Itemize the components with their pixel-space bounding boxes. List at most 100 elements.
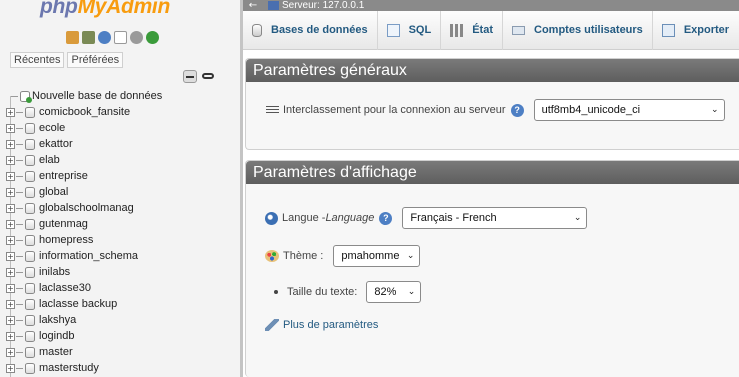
chevron-down-icon: ⌄: [406, 251, 415, 261]
database-item[interactable]: + information_schema: [6, 248, 240, 264]
database-item[interactable]: + inilabs: [6, 264, 240, 280]
expand-icon[interactable]: +: [6, 219, 15, 229]
expand-icon[interactable]: +: [6, 315, 15, 325]
database-icon: [25, 218, 35, 230]
main-menu: Bases de données SQL État Comptes utilis…: [243, 10, 739, 50]
expand-icon[interactable]: +: [6, 155, 15, 165]
expand-icon[interactable]: +: [6, 107, 15, 117]
tree-branch: [11, 95, 18, 97]
database-item[interactable]: + lakshya: [6, 312, 240, 328]
database-icon: [25, 170, 35, 182]
docs-icon[interactable]: [114, 31, 127, 44]
more-settings-link[interactable]: Plus de paramètres: [283, 319, 378, 331]
phpmyadmin-logo[interactable]: phpMyAdmin: [40, 0, 170, 19]
display-settings-title: Paramètres d'affichage: [246, 161, 739, 184]
expand-icon[interactable]: +: [6, 123, 15, 133]
new-database-label: Nouvelle base de données: [32, 90, 163, 102]
more-settings-row: Plus de paramètres: [265, 319, 378, 331]
bullet-icon: [274, 290, 278, 294]
database-name: ecole: [39, 122, 66, 134]
menu-databases[interactable]: Bases de données: [243, 10, 378, 50]
recent-favorites-tabs: Récentes Préférées: [10, 52, 124, 68]
database-icon: [25, 138, 35, 150]
collation-row: Interclassement pour la connexion au ser…: [266, 99, 725, 121]
text-size-label: Taille du texte:: [287, 286, 358, 298]
tree-branch: [16, 111, 23, 113]
database-name: comicbook_fansite: [39, 106, 131, 118]
database-name: elab: [39, 154, 60, 166]
reload-icon[interactable]: [146, 31, 159, 44]
collation-select[interactable]: utf8mb4_unicode_ci ⌄: [533, 99, 725, 121]
help-icon[interactable]: [98, 31, 111, 44]
expand-icon[interactable]: +: [6, 331, 15, 341]
database-item[interactable]: + globalschoolmanag: [6, 200, 240, 216]
new-database-item[interactable]: Nouvelle base de données: [6, 88, 240, 104]
database-name: ekattor: [39, 138, 73, 150]
database-icon: [25, 250, 35, 262]
home-icon[interactable]: [66, 31, 79, 44]
expand-icon[interactable]: +: [6, 267, 15, 277]
database-item[interactable]: + logindb: [6, 328, 240, 344]
menu-sql[interactable]: SQL: [378, 10, 442, 50]
tab-recent[interactable]: Récentes: [10, 52, 65, 68]
theme-select[interactable]: pmahomme ⌄: [333, 245, 421, 267]
tree-branch: [16, 223, 23, 225]
database-icon: [25, 122, 35, 134]
database-icon: [25, 362, 35, 374]
expand-icon[interactable]: +: [6, 203, 15, 213]
database-item[interactable]: + ecole: [6, 120, 240, 136]
database-name: laclasse backup: [39, 298, 118, 310]
expand-icon[interactable]: +: [6, 363, 15, 373]
database-name: masterstudy: [39, 362, 99, 374]
panel-resizer[interactable]: [240, 0, 243, 377]
new-database-icon: [20, 90, 32, 103]
navigation-panel: phpMyAdmin Récentes Préférées Nouvelle b…: [0, 0, 240, 377]
expand-icon[interactable]: +: [6, 283, 15, 293]
tree-branch: [16, 127, 23, 129]
expand-icon[interactable]: +: [6, 139, 15, 149]
expand-icon[interactable]: +: [6, 187, 15, 197]
database-item[interactable]: + ekattor: [6, 136, 240, 152]
link-icon[interactable]: [201, 70, 215, 83]
general-settings-title: Paramètres généraux: [246, 59, 739, 82]
tree-branch: [16, 335, 23, 337]
collapse-all-icon[interactable]: [183, 70, 197, 83]
database-item[interactable]: + homepress: [6, 232, 240, 248]
expand-icon[interactable]: +: [6, 299, 15, 309]
database-item[interactable]: + gutenmag: [6, 216, 240, 232]
text-size-select[interactable]: 82% ⌄: [366, 281, 422, 303]
server-breadcrumb-bar: ← Serveur: 127.0.0.1: [243, 0, 739, 11]
menu-user-accounts[interactable]: Comptes utilisateurs: [503, 10, 653, 50]
database-item[interactable]: + master: [6, 344, 240, 360]
server-label[interactable]: Serveur: 127.0.0.1: [282, 0, 364, 11]
menu-export[interactable]: Exporter: [653, 11, 738, 50]
database-name: inilabs: [39, 266, 71, 278]
database-item[interactable]: + laclasse backup: [6, 296, 240, 312]
database-item[interactable]: + global: [6, 184, 240, 200]
database-item[interactable]: + entreprise: [6, 168, 240, 184]
database-item[interactable]: + laclasse30: [6, 280, 240, 296]
database-item[interactable]: + comicbook_fansite: [6, 104, 240, 120]
collation-icon: [266, 105, 279, 115]
collation-label: Interclassement pour la connexion au ser…: [283, 104, 506, 116]
back-arrow-icon[interactable]: ←: [243, 0, 263, 11]
database-icon: [25, 314, 35, 326]
tab-favorites[interactable]: Préférées: [67, 52, 124, 68]
database-item[interactable]: + masterstudy: [6, 360, 240, 376]
chevron-down-icon: ⌄: [573, 213, 582, 223]
menu-status[interactable]: État: [441, 10, 503, 50]
database-item[interactable]: + elab: [6, 152, 240, 168]
help-icon[interactable]: ?: [379, 211, 393, 225]
language-select[interactable]: Français - French ⌄: [402, 207, 588, 229]
help-icon[interactable]: ?: [510, 103, 524, 117]
expand-icon[interactable]: +: [6, 235, 15, 245]
database-icon: [25, 346, 35, 358]
expand-icon[interactable]: +: [6, 347, 15, 357]
expand-icon[interactable]: +: [6, 171, 15, 181]
language-icon: [265, 211, 278, 225]
settings-icon[interactable]: [130, 31, 143, 44]
tree-branch: [16, 303, 23, 305]
database-icon: [25, 186, 35, 198]
expand-icon[interactable]: +: [6, 251, 15, 261]
database-icon[interactable]: [82, 31, 95, 44]
